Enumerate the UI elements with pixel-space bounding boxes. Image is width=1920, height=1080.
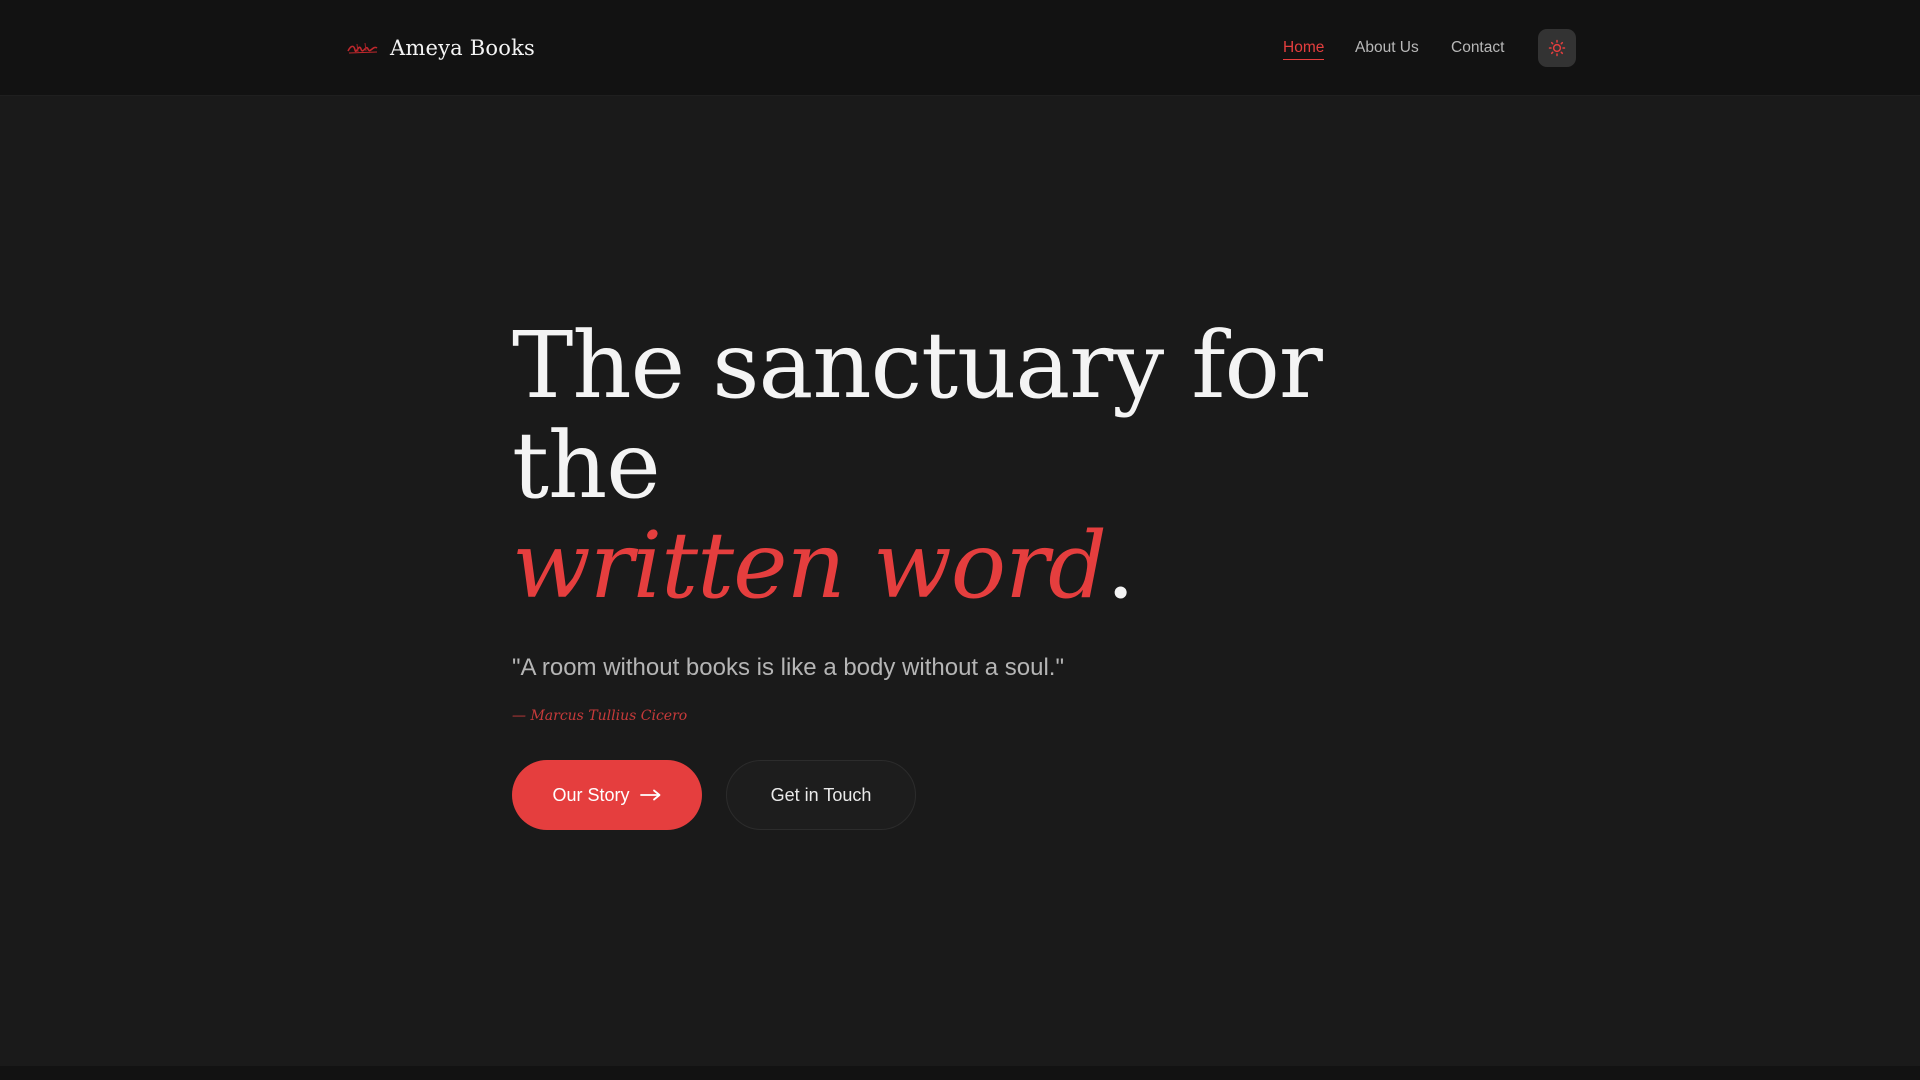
theme-toggle-button[interactable] (1538, 29, 1576, 67)
headline-accent: written word (512, 512, 1107, 619)
hero-section: The sanctuary for the written word. "A r… (512, 316, 1412, 830)
headline-line-2: the (512, 412, 661, 519)
nav-about-link[interactable]: About Us (1355, 38, 1419, 58)
main-nav: Home About Us Contact (0, 0, 1920, 96)
quote-attribution: — Marcus Tullius Cicero (512, 708, 688, 724)
nav-contact-link[interactable]: Contact (1451, 38, 1504, 58)
headline-dot: . (1106, 512, 1135, 619)
nav-home-link[interactable]: Home (1283, 38, 1325, 60)
site-header: Ameya Books Home About Us Contact (0, 0, 1920, 96)
our-story-button[interactable]: Our Story (512, 760, 702, 830)
get-in-touch-button[interactable]: Get in Touch (726, 760, 916, 830)
hero-headline: The sanctuary for the written word. (512, 316, 1412, 616)
our-story-label: Our Story (552, 784, 630, 805)
page-bottom-strip (0, 1066, 1920, 1080)
get-in-touch-label: Get in Touch (770, 784, 872, 805)
hero-actions: Our Story Get in Touch (512, 760, 1412, 830)
headline-line-1: The sanctuary for (512, 312, 1323, 419)
hero-quote: "A room without books is like a body wit… (512, 654, 1064, 681)
headline-line-3: written word. (512, 516, 1412, 616)
sun-icon (1548, 39, 1566, 57)
arrow-right-icon (639, 789, 660, 801)
